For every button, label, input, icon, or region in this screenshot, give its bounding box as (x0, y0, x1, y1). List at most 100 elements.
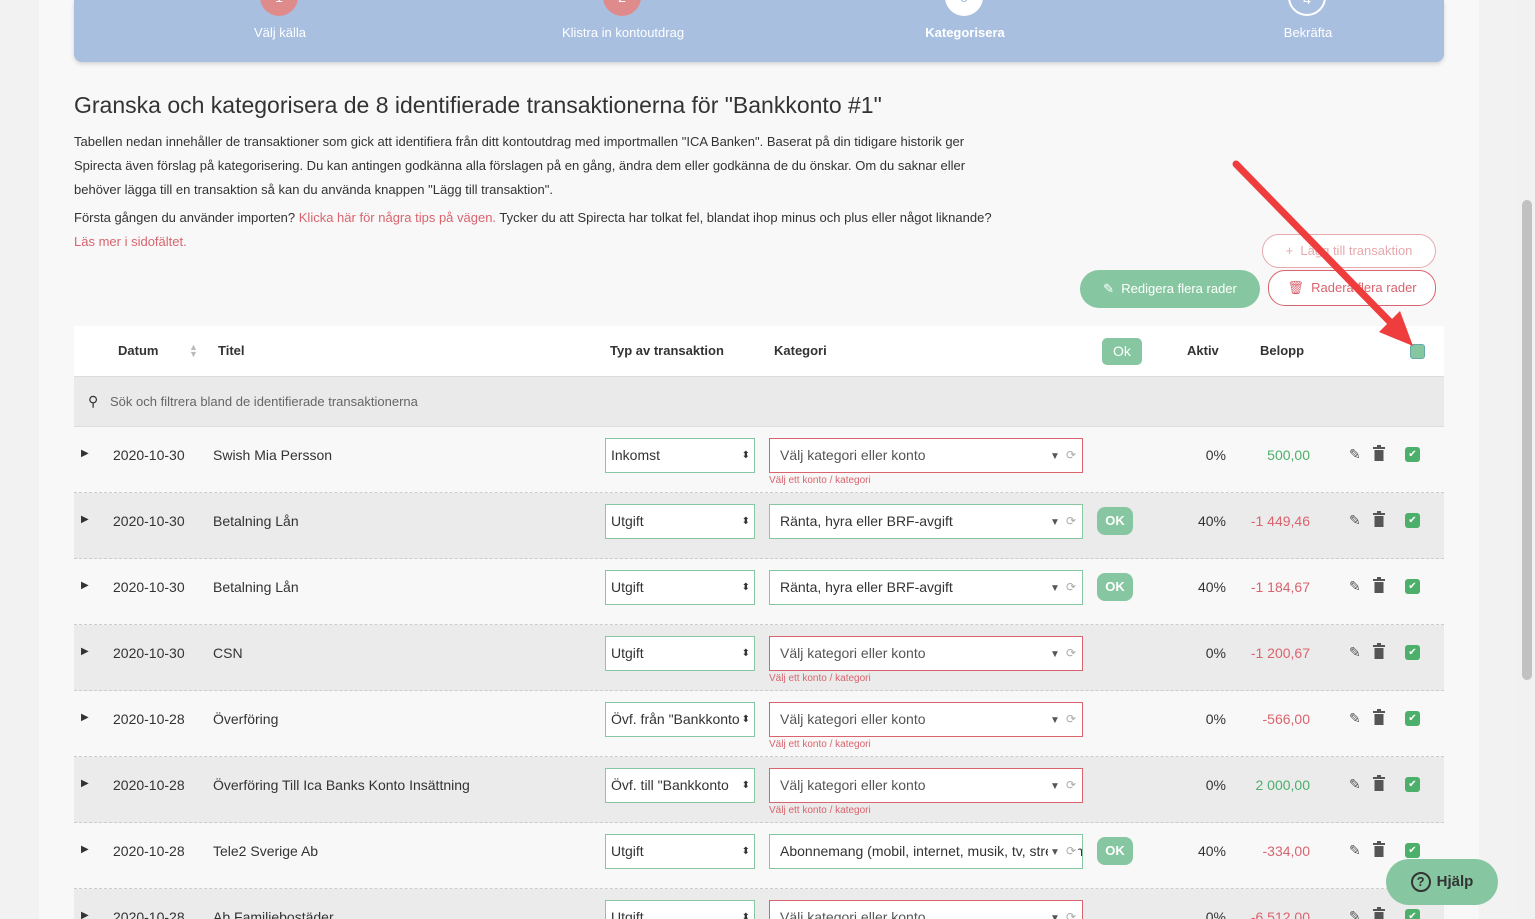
ok-badge[interactable]: OK (1097, 507, 1133, 535)
category-select[interactable]: Välj kategori eller konto ▼ ⟳ (769, 438, 1083, 473)
expand-caret-icon[interactable]: ▶ (81, 910, 89, 919)
chevron-down-icon: ▼ ⟳ (1048, 571, 1078, 604)
refresh-icon: ⟳ (1065, 646, 1076, 660)
row-checkbox[interactable]: ✔ (1405, 777, 1420, 792)
step-number: 3 (945, 0, 983, 16)
category-select[interactable]: Välj kategori eller konto ▼ ⟳ (769, 900, 1083, 919)
page-title: Granska och kategorisera de 8 identifier… (74, 92, 882, 118)
select-arrows-icon: ⬍ (739, 703, 750, 736)
expand-caret-icon[interactable]: ▶ (81, 514, 89, 525)
category-select[interactable]: Välj kategori eller konto ▼ ⟳ (769, 702, 1083, 737)
pencil-icon: ✎ (1103, 281, 1115, 296)
row-active: 40% (1197, 843, 1226, 859)
expand-caret-icon[interactable]: ▶ (81, 646, 89, 657)
row-checkbox[interactable]: ✔ (1405, 447, 1420, 462)
trash-icon[interactable] (1372, 775, 1386, 791)
search-input[interactable]: Sök och filtrera bland de identifierade … (110, 394, 418, 409)
category-error: Välj ett konto / kategori (769, 739, 871, 750)
type-select[interactable]: Inkomst ⬍ (605, 438, 755, 473)
pencil-icon[interactable]: ✎ (1349, 644, 1361, 661)
type-select[interactable]: Utgift ⬍ (605, 900, 755, 919)
scrollbar[interactable] (1518, 0, 1535, 919)
trash-icon[interactable] (1372, 511, 1386, 527)
row-checkbox[interactable]: ✔ (1405, 645, 1420, 660)
refresh-icon: ⟳ (1065, 712, 1076, 726)
scrollbar-thumb[interactable] (1522, 200, 1532, 680)
type-value: Utgift (611, 645, 644, 661)
pencil-icon[interactable]: ✎ (1349, 446, 1361, 463)
chevron-down-icon: ▼ ⟳ (1048, 769, 1078, 802)
category-error: Välj ett konto / kategori (769, 475, 871, 486)
row-checkbox[interactable]: ✔ (1405, 579, 1420, 594)
row-checkbox[interactable]: ✔ (1405, 711, 1420, 726)
category-select[interactable]: Abonnemang (mobil, internet, musik, tv, … (769, 834, 1083, 869)
ok-badge[interactable]: OK (1097, 573, 1133, 601)
row-checkbox[interactable]: ✔ (1405, 909, 1420, 919)
header-date[interactable]: Datum (118, 343, 158, 358)
expand-caret-icon[interactable]: ▶ (81, 580, 89, 591)
select-all-checkbox[interactable] (1410, 344, 1425, 359)
type-select[interactable]: Utgift ⬍ (605, 504, 755, 539)
pencil-icon[interactable]: ✎ (1349, 710, 1361, 727)
intro-middle: Tycker du att Spirecta har tolkat fel, b… (496, 210, 992, 225)
table-header: Datum ▲ ▼ Titel Typ av transaktion Katego… (74, 326, 1444, 377)
edit-multiple-button[interactable]: ✎ Redigera flera rader (1080, 270, 1260, 308)
trash-icon: 🗑 (1287, 280, 1304, 295)
approve-all-button[interactable]: Ok (1102, 338, 1142, 365)
sidebar-link[interactable]: Läs mer i sidofältet. (74, 234, 187, 249)
select-arrows-icon: ⬍ (739, 505, 750, 538)
row-active: 40% (1197, 513, 1226, 529)
category-select[interactable]: Välj kategori eller konto ▼ ⟳ (769, 636, 1083, 671)
tips-link[interactable]: Klicka här för några tips på vägen. (299, 210, 496, 225)
trash-icon[interactable] (1372, 445, 1386, 461)
pencil-icon[interactable]: ✎ (1349, 578, 1361, 595)
expand-caret-icon[interactable]: ▶ (81, 448, 89, 459)
trash-icon[interactable] (1372, 709, 1386, 725)
trash-icon[interactable] (1372, 841, 1386, 857)
row-active: 0% (1205, 447, 1226, 463)
type-value: Utgift (611, 579, 644, 595)
trash-icon[interactable] (1372, 643, 1386, 659)
search-bar[interactable]: ⚲ Sök och filtrera bland de identifierad… (74, 377, 1444, 427)
trash-icon[interactable] (1372, 577, 1386, 593)
row-amount: 2 000,00 (1255, 777, 1311, 793)
select-arrows-icon: ⬍ (739, 439, 750, 472)
category-select[interactable]: Ränta, hyra eller BRF-avgift ▼ ⟳ (769, 570, 1083, 605)
row-amount: -1 184,67 (1250, 579, 1310, 595)
row-amount: -1 449,46 (1250, 513, 1310, 529)
expand-caret-icon[interactable]: ▶ (81, 712, 89, 723)
pencil-icon[interactable]: ✎ (1349, 776, 1361, 793)
type-select[interactable]: Utgift ⬍ (605, 636, 755, 671)
row-date: 2020-10-30 (113, 447, 185, 463)
sort-icon[interactable]: ▲ ▼ (189, 343, 198, 359)
ok-badge[interactable]: OK (1097, 837, 1133, 865)
pencil-icon[interactable]: ✎ (1349, 908, 1361, 919)
search-icon: ⚲ (88, 393, 99, 409)
category-select[interactable]: Ränta, hyra eller BRF-avgift ▼ ⟳ (769, 504, 1083, 539)
help-button[interactable]: ? Hjälp (1386, 859, 1498, 905)
add-transaction-button[interactable]: + Lägg till transaktion (1262, 234, 1436, 268)
trash-icon[interactable] (1372, 907, 1386, 919)
row-checkbox[interactable]: ✔ (1405, 513, 1420, 528)
select-arrows-icon: ⬍ (739, 637, 750, 670)
step-label: Bekräfta (1283, 25, 1333, 40)
pencil-icon[interactable]: ✎ (1349, 842, 1361, 859)
row-checkbox[interactable]: ✔ (1405, 843, 1420, 858)
transactions-table: Datum ▲ ▼ Titel Typ av transaktion Katego… (74, 326, 1444, 919)
type-select[interactable]: Övf. från "Bankkonto ⬍ (605, 702, 755, 737)
chevron-down-icon: ▼ ⟳ (1048, 703, 1078, 736)
row-title: Tele2 Sverige Ab (213, 843, 319, 859)
delete-multiple-button[interactable]: 🗑 Radera flera rader (1268, 270, 1436, 306)
expand-caret-icon[interactable]: ▶ (81, 778, 89, 789)
type-select[interactable]: Utgift ⬍ (605, 570, 755, 605)
step-label: Klistra in kontoutdrag (561, 25, 685, 40)
category-value: Ränta, hyra eller BRF-avgift (780, 579, 953, 595)
expand-caret-icon[interactable]: ▶ (81, 844, 89, 855)
header-category: Kategori (774, 343, 827, 358)
type-select[interactable]: Utgift ⬍ (605, 834, 755, 869)
row-amount: -566,00 (1262, 711, 1310, 727)
pencil-icon[interactable]: ✎ (1349, 512, 1361, 529)
category-select[interactable]: Välj kategori eller konto ▼ ⟳ (769, 768, 1083, 803)
step-label: Kategorisera (925, 25, 1005, 40)
type-select[interactable]: Övf. till "Bankkonto ⬍ (605, 768, 755, 803)
